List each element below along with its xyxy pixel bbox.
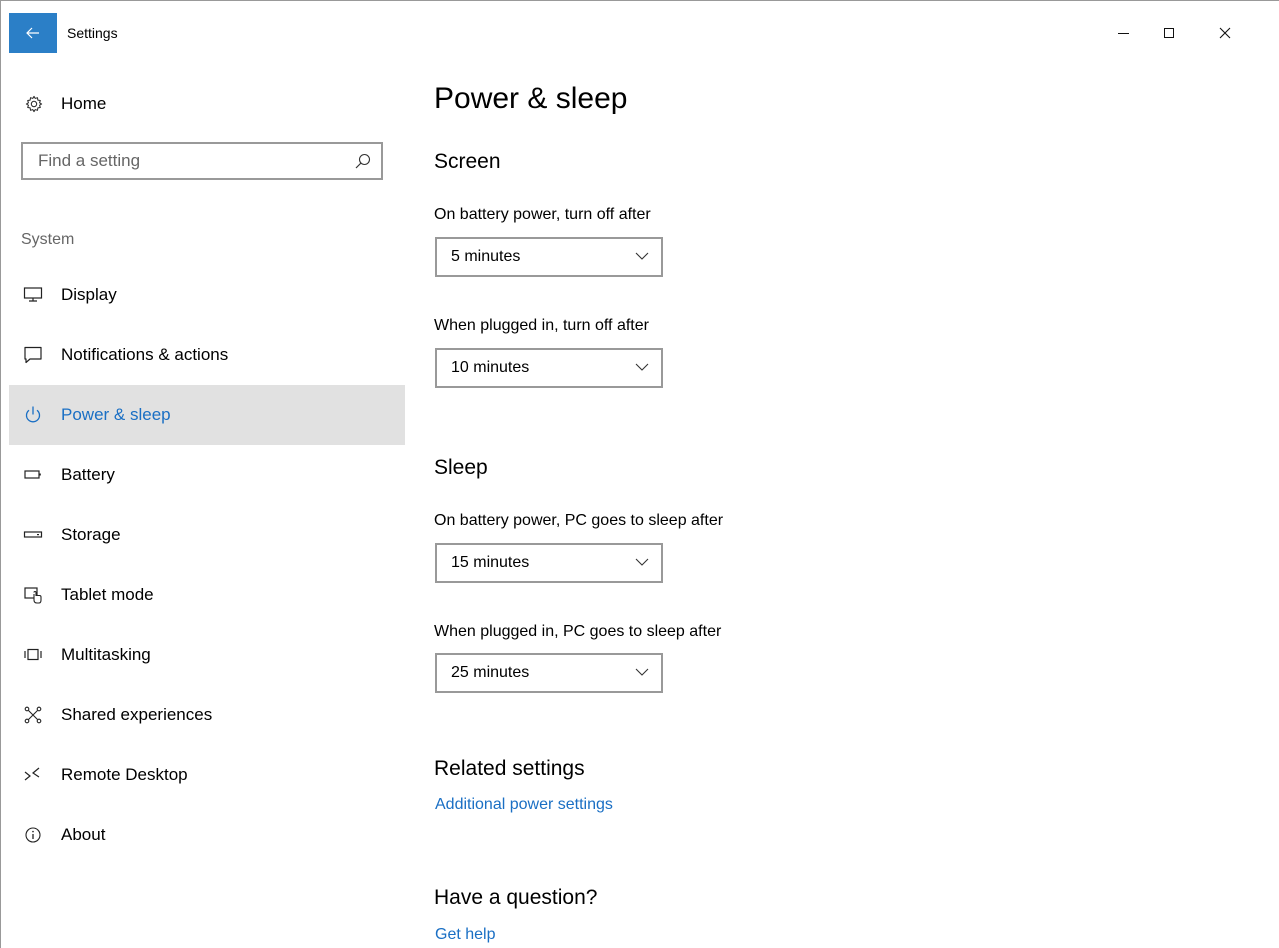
sleep-battery-label: On battery power, PC goes to sleep after xyxy=(434,512,724,529)
section-heading-sleep: Sleep xyxy=(434,456,488,479)
main-content: Power & sleep Screen On battery power, t… xyxy=(434,53,1254,948)
monitor-icon xyxy=(23,287,43,302)
back-arrow-icon xyxy=(26,27,39,39)
search-box[interactable] xyxy=(21,142,383,180)
shared-experiences-icon xyxy=(24,706,42,724)
dropdown-value: 25 minutes xyxy=(451,664,530,681)
sidebar-item-storage[interactable]: Storage xyxy=(9,505,405,565)
power-icon xyxy=(25,406,41,423)
sidebar-item-label: Notifications & actions xyxy=(61,345,229,364)
sidebar-item-remote-desktop[interactable]: Remote Desktop xyxy=(9,745,405,805)
chevron-down-icon xyxy=(635,668,649,676)
maximize-icon xyxy=(1164,28,1174,38)
tablet-mode-icon xyxy=(24,587,42,604)
sidebar-item-label: Display xyxy=(61,285,117,304)
sleep-plugged-dropdown[interactable]: 25 minutes xyxy=(435,653,663,693)
get-help-link[interactable]: Get help xyxy=(435,926,495,944)
close-icon xyxy=(1219,27,1231,39)
sidebar-item-power-sleep[interactable]: Power & sleep xyxy=(9,385,405,445)
remote-desktop-icon xyxy=(24,767,40,781)
sidebar-item-label: Shared experiences xyxy=(61,705,213,724)
section-heading-have-a-question: Have a question? xyxy=(434,886,598,909)
search-icon xyxy=(355,153,371,169)
sidebar-item-shared-experiences[interactable]: Shared experiences xyxy=(9,685,405,745)
dropdown-value: 10 minutes xyxy=(451,359,530,376)
sidebar-item-display[interactable]: Display xyxy=(9,265,405,325)
back-button[interactable] xyxy=(9,13,57,53)
minimize-button[interactable] xyxy=(1100,13,1146,53)
storage-icon xyxy=(23,531,43,538)
section-heading-screen: Screen xyxy=(434,150,501,173)
chevron-down-icon xyxy=(635,252,649,260)
sidebar-item-label: Tablet mode xyxy=(61,585,154,604)
page-title: Power & sleep xyxy=(434,82,628,115)
multitasking-icon xyxy=(24,648,42,661)
sidebar-item-label: Battery xyxy=(61,465,115,484)
settings-window: Settings Home System xyxy=(0,0,1279,948)
section-heading-related-settings: Related settings xyxy=(434,757,585,780)
sidebar-item-label: Power & sleep xyxy=(61,405,171,424)
sidebar: Home System Display Notifica xyxy=(9,53,405,948)
screen-battery-dropdown[interactable]: 5 minutes xyxy=(435,237,663,277)
sidebar-item-label: Remote Desktop xyxy=(61,765,188,784)
home-link[interactable]: Home xyxy=(9,83,405,125)
sidebar-item-multitasking[interactable]: Multitasking xyxy=(9,625,405,685)
sidebar-item-label: Multitasking xyxy=(61,645,151,664)
dropdown-value: 5 minutes xyxy=(451,248,521,265)
section-label-system: System xyxy=(21,231,75,248)
sidebar-item-label: About xyxy=(61,825,106,844)
maximize-button[interactable] xyxy=(1146,13,1192,53)
home-label: Home xyxy=(61,94,107,113)
sidebar-item-battery[interactable]: Battery xyxy=(9,445,405,505)
notification-icon xyxy=(24,346,42,364)
app-title: Settings xyxy=(67,25,118,41)
additional-power-settings-link[interactable]: Additional power settings xyxy=(435,796,613,814)
chevron-down-icon xyxy=(635,558,649,566)
search-input[interactable] xyxy=(23,144,358,178)
info-icon xyxy=(25,827,41,843)
battery-icon xyxy=(24,470,41,479)
gear-icon xyxy=(25,95,43,113)
screen-plugged-label: When plugged in, turn off after xyxy=(434,317,649,334)
screen-battery-label: On battery power, turn off after xyxy=(434,206,651,223)
nav-list: Display Notifications & actions Power & … xyxy=(9,265,405,865)
sidebar-item-about[interactable]: About xyxy=(9,805,405,865)
sleep-battery-dropdown[interactable]: 15 minutes xyxy=(435,543,663,583)
sidebar-item-tablet-mode[interactable]: Tablet mode xyxy=(9,565,405,625)
screen-plugged-dropdown[interactable]: 10 minutes xyxy=(435,348,663,388)
minimize-icon xyxy=(1117,32,1129,34)
sidebar-item-label: Storage xyxy=(61,525,121,544)
sidebar-item-notifications[interactable]: Notifications & actions xyxy=(9,325,405,385)
dropdown-value: 15 minutes xyxy=(451,554,530,571)
sleep-plugged-label: When plugged in, PC goes to sleep after xyxy=(434,623,722,640)
title-bar: Settings xyxy=(9,13,1279,53)
chevron-down-icon xyxy=(635,363,649,371)
close-button[interactable] xyxy=(1202,13,1248,53)
